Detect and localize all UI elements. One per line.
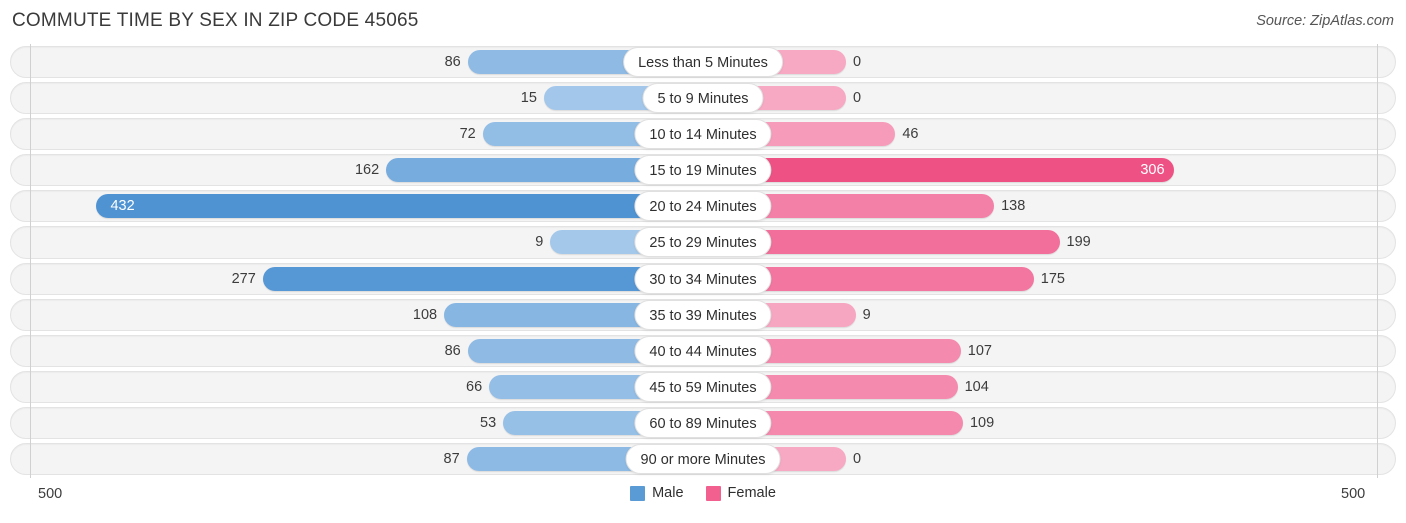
value-label-female: 138 xyxy=(1001,198,1026,215)
table-row: 9 199 25 to 29 Minutes xyxy=(0,224,1406,260)
value-label-male: 86 xyxy=(444,342,461,359)
table-row: 108 9 35 to 39 Minutes xyxy=(0,297,1406,333)
value-label-male: 277 xyxy=(231,270,256,287)
category-label: 60 to 89 Minutes xyxy=(634,407,772,438)
value-label-female: 9 xyxy=(862,306,871,323)
category-label: 15 to 19 Minutes xyxy=(634,155,772,186)
value-label-male: 162 xyxy=(354,162,380,179)
bar-male[interactable] xyxy=(96,194,703,219)
bar-female[interactable] xyxy=(703,158,1175,183)
table-row: 72 46 10 to 14 Minutes xyxy=(0,116,1406,152)
value-label-female: 175 xyxy=(1040,270,1065,287)
value-label-male: 9 xyxy=(535,234,544,251)
legend-swatch-female xyxy=(705,485,721,501)
table-row: 87 0 90 or more Minutes xyxy=(0,441,1406,477)
chart-legend: Male Female xyxy=(0,485,1406,501)
value-label-female: 109 xyxy=(969,414,995,431)
value-label-female: 199 xyxy=(1066,234,1091,251)
value-label-female: 0 xyxy=(853,90,862,107)
value-label-female: 0 xyxy=(853,451,862,468)
category-label: 5 to 9 Minutes xyxy=(642,83,764,114)
value-label-male: 15 xyxy=(520,90,537,107)
table-row: 86 107 40 to 44 Minutes xyxy=(0,333,1406,369)
chart-footer: 500 500 Male Female xyxy=(0,478,1406,523)
category-label: 35 to 39 Minutes xyxy=(634,299,772,330)
table-row: 277 175 30 to 34 Minutes xyxy=(0,261,1406,297)
value-label-male: 108 xyxy=(412,306,438,323)
value-label-male: 432 xyxy=(110,198,135,215)
value-label-female: 0 xyxy=(853,54,862,70)
category-label: 25 to 29 Minutes xyxy=(634,227,772,258)
table-row: 53 109 60 to 89 Minutes xyxy=(0,405,1406,441)
table-row: 86 0 Less than 5 Minutes xyxy=(0,44,1406,80)
category-label: Less than 5 Minutes xyxy=(623,47,783,77)
chart-plot-area: 86 0 Less than 5 Minutes 15 0 5 to 9 Minutes 7… xyxy=(0,44,1406,478)
category-label: 90 or more Minutes xyxy=(625,444,781,475)
legend-label-male: Male xyxy=(652,485,684,501)
value-label-male: 53 xyxy=(480,414,497,431)
legend-item-female[interactable]: Female xyxy=(705,485,776,501)
value-label-female: 104 xyxy=(964,378,989,395)
category-label: 20 to 24 Minutes xyxy=(634,191,772,222)
page-title: COMMUTE TIME BY SEX IN ZIP CODE 45065 xyxy=(12,10,419,31)
category-label: 40 to 44 Minutes xyxy=(634,335,772,366)
value-label-female: 306 xyxy=(1140,162,1165,179)
table-row: 66 104 45 to 59 Minutes xyxy=(0,369,1406,405)
table-row: 432 138 20 to 24 Minutes xyxy=(0,188,1406,224)
table-row: 162 306 15 to 19 Minutes xyxy=(0,152,1406,188)
legend-item-male[interactable]: Male xyxy=(630,485,684,501)
source-attribution: Source: ZipAtlas.com xyxy=(1256,13,1394,29)
value-label-female: 46 xyxy=(902,126,919,143)
value-label-male: 66 xyxy=(466,378,483,395)
table-row: 15 0 5 to 9 Minutes xyxy=(0,80,1406,116)
value-label-female: 107 xyxy=(967,342,992,359)
chart-header: COMMUTE TIME BY SEX IN ZIP CODE 45065 So… xyxy=(0,0,1406,44)
value-label-male: 86 xyxy=(444,54,461,70)
legend-label-female: Female xyxy=(727,485,776,501)
legend-swatch-male xyxy=(630,485,646,501)
category-label: 10 to 14 Minutes xyxy=(634,119,772,150)
value-label-male: 72 xyxy=(459,126,476,143)
value-label-male: 87 xyxy=(443,451,460,468)
category-label: 45 to 59 Minutes xyxy=(634,371,772,402)
category-label: 30 to 34 Minutes xyxy=(634,263,772,294)
